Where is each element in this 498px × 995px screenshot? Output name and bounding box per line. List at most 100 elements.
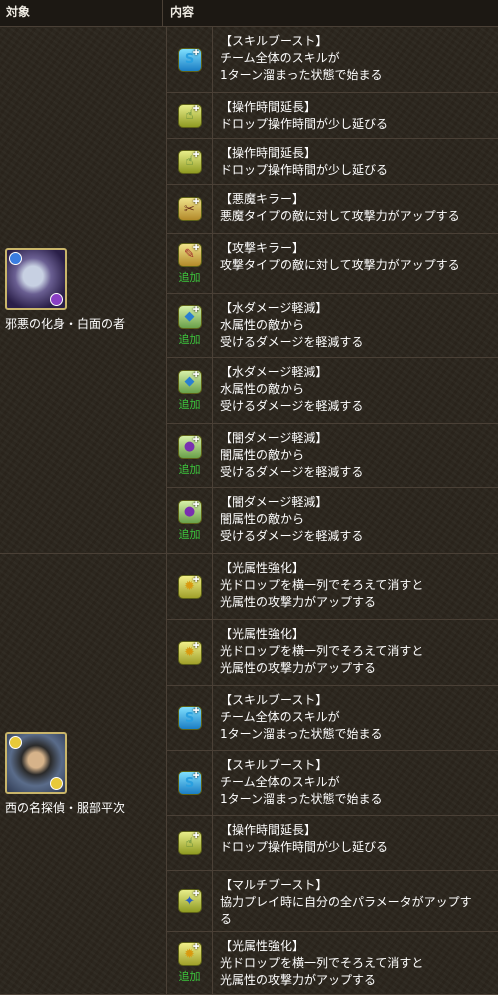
awakening-text: 【闇ダメージ軽減】 闇属性の敵から 受けるダメージを軽減する: [213, 424, 363, 487]
awakening-description: 闇属性の敵から: [220, 512, 305, 526]
sub-attribute-badge: [50, 293, 63, 306]
awakening-text: 【操作時間延長】ドロップ操作時間が少し延びる: [213, 139, 388, 184]
awakening-description: ドロップ操作時間が少し延びる: [220, 163, 389, 177]
awakening-description: 水属性の敵から: [220, 318, 305, 332]
awakening-description: ドロップ操作時間が少し延びる: [220, 117, 389, 131]
awakening-title: 【操作時間延長】: [220, 100, 317, 114]
awakening-icon-cell: S ✚: [167, 27, 213, 92]
awakening-description: ドロップ操作時間が少し延びる: [220, 840, 389, 854]
awakening-title: 【光属性強化】: [220, 561, 305, 575]
awakening-title: 【闇ダメージ軽減】: [220, 431, 328, 445]
character-group: 邪悪の化身・白面の者 S ✚ 【スキルブースト】 チーム全体のスキルが 1ターン溜まった状…: [0, 27, 498, 554]
awakening-row: ✹ ✚ 追加 【光属性強化】 光ドロップを横一列でそろえて消すと 光属性の攻撃力がアップす…: [167, 932, 498, 994]
awakening-title: 【光属性強化】: [220, 627, 305, 641]
awakening-row: ◆ ✚ 追加 【水ダメージ軽減】 水属性の敵から 受けるダメージを軽減する: [167, 294, 498, 358]
awakening-row: S ✚ 【スキルブースト】 チーム全体のスキルが 1ターン溜まった状態で始まる: [167, 751, 498, 816]
awakening-icon-cell: ✎ ✚ 追加: [167, 234, 213, 293]
awakening-icon-cell: ✹ ✚: [167, 620, 213, 685]
main-attribute-badge: [9, 736, 22, 749]
awakening-row: ✹ ✚ 【光属性強化】 光ドロップを横一列でそろえて消すと 光属性の攻撃力がアップする: [167, 620, 498, 686]
awakening-description: チーム全体のスキルが: [220, 710, 340, 724]
awakening-text: 【攻撃キラー】 攻撃タイプの敵に対して攻撃力がアップする: [213, 234, 460, 293]
awakening-text: 【光属性強化】 光ドロップを横一列でそろえて消すと 光属性の攻撃力がアップする: [213, 932, 423, 994]
sub-attribute-badge: [50, 777, 63, 790]
awakening-text: 【スキルブースト】 チーム全体のスキルが 1ターン溜まった状態で始まる: [213, 751, 383, 815]
character-portrait[interactable]: [5, 732, 67, 794]
header-content: 内容: [170, 5, 195, 19]
awakening-row: ☝ ✚ 【操作時間延長】ドロップ操作時間が少し延びる: [167, 93, 498, 139]
light-enhance-icon[interactable]: ✹ ✚: [177, 640, 202, 665]
awakening-text: 【操作時間延長】 ドロップ操作時間が少し延びる: [213, 816, 388, 870]
time-extend-icon[interactable]: ☝ ✚: [177, 149, 202, 174]
light-enhance-icon[interactable]: ✹ ✚: [177, 942, 202, 966]
skill-boost-icon[interactable]: S ✚: [177, 706, 202, 730]
awakening-row: ✂ ✚ 【悪魔キラー】悪魔タイプの敵に対して攻撃力がアップする: [167, 185, 498, 234]
character-portrait[interactable]: [5, 248, 67, 310]
awakening-row: ☝ ✚ 【操作時間延長】ドロップ操作時間が少し延びる: [167, 139, 498, 185]
multi-boost-icon[interactable]: ✦ ✚: [177, 889, 202, 913]
awakening-description: 受けるダメージを軽減する: [220, 529, 364, 543]
awakening-title: 【操作時間延長】: [220, 146, 317, 160]
sparkle-icon: ✚: [192, 369, 200, 379]
awakening-row: ◆ ✚ 追加 【水ダメージ軽減】 水属性の敵から 受けるダメージを軽減する: [167, 358, 498, 424]
devil-killer-icon[interactable]: ✂ ✚: [177, 197, 202, 221]
awakening-text: 【水ダメージ軽減】 水属性の敵から 受けるダメージを軽減する: [213, 294, 363, 357]
light-enhance-icon[interactable]: ✹ ✚: [177, 574, 202, 599]
awakening-description: る: [220, 912, 233, 926]
water-reduce-icon[interactable]: ◆ ✚: [177, 304, 202, 329]
awakening-description: 1ターン溜まった状態で始まる: [220, 727, 383, 741]
awakening-description: 1ターン溜まった状態で始まる: [220, 792, 383, 806]
awakening-title: 【マルチブースト】: [220, 878, 328, 892]
awakening-icon-cell: ☝ ✚: [167, 139, 213, 184]
time-extend-icon[interactable]: ☝ ✚: [177, 103, 202, 128]
awakening-description: 水属性の敵から: [220, 382, 305, 396]
awakening-text: 【光属性強化】 光ドロップを横一列でそろえて消すと 光属性の攻撃力がアップする: [213, 554, 423, 619]
target-cell: 邪悪の化身・白面の者: [0, 27, 167, 553]
awakening-text: 【光属性強化】 光ドロップを横一列でそろえて消すと 光属性の攻撃力がアップする: [213, 620, 423, 685]
awakening-icon-cell: ✹ ✚: [167, 554, 213, 619]
sparkle-icon: ✚: [192, 434, 200, 444]
awakening-icon-cell: ● ✚ 追加: [167, 488, 213, 553]
dark-reduce-icon[interactable]: ● ✚: [177, 434, 202, 459]
awakening-description: 受けるダメージを軽減する: [220, 335, 364, 349]
awakening-text: 【操作時間延長】ドロップ操作時間が少し延びる: [213, 93, 388, 138]
awakening-row: ● ✚ 追加 【闇ダメージ軽減】 闇属性の敵から 受けるダメージを軽減する: [167, 424, 498, 488]
awakening-text: 【悪魔キラー】悪魔タイプの敵に対して攻撃力がアップする: [213, 185, 460, 233]
awakening-row: ✎ ✚ 追加 【攻撃キラー】 攻撃タイプの敵に対して攻撃力がアップする: [167, 234, 498, 294]
main-attribute-badge: [9, 252, 22, 265]
sparkle-icon: ✚: [192, 499, 200, 509]
sparkle-icon: ✚: [192, 942, 200, 951]
added-label: 追加: [178, 332, 201, 346]
skill-boost-icon[interactable]: S ✚: [177, 771, 202, 795]
awakening-description: 光属性の攻撃力がアップする: [220, 595, 377, 609]
awakening-row: S ✚ 【スキルブースト】 チーム全体のスキルが 1ターン溜まった状態で始まる: [167, 27, 498, 93]
awakening-icon-cell: ● ✚ 追加: [167, 424, 213, 487]
awakening-title: 【悪魔キラー】: [220, 192, 305, 206]
sparkle-icon: ✚: [192, 103, 200, 113]
header-target: 対象: [0, 0, 163, 26]
sparkle-icon: ✚: [192, 197, 200, 206]
awakening-row: ● ✚ 追加 【闇ダメージ軽減】 闇属性の敵から 受けるダメージを軽減する: [167, 488, 498, 553]
awakening-description: 光ドロップを横一列でそろえて消すと: [220, 956, 424, 970]
awakening-row: ✹ ✚ 【光属性強化】 光ドロップを横一列でそろえて消すと 光属性の攻撃力がアップする: [167, 554, 498, 620]
awakening-title: 【攻撃キラー】: [220, 241, 305, 255]
awakening-description: 受けるダメージを軽減する: [220, 465, 364, 479]
awakening-description: 悪魔タイプの敵に対して攻撃力がアップする: [220, 209, 460, 223]
added-label: 追加: [178, 462, 201, 476]
attack-killer-icon[interactable]: ✎ ✚: [177, 242, 202, 267]
awakening-title: 【スキルブースト】: [220, 693, 328, 707]
added-label: 追加: [178, 527, 201, 541]
dark-reduce-icon[interactable]: ● ✚: [177, 499, 202, 524]
time-extend-icon[interactable]: ☝ ✚: [177, 831, 202, 855]
awakening-description: チーム全体のスキルが: [220, 775, 340, 789]
awakening-icon-cell: ◆ ✚ 追加: [167, 358, 213, 423]
added-label: 追加: [178, 397, 201, 411]
water-reduce-icon[interactable]: ◆ ✚: [177, 369, 202, 394]
awakening-description: 1ターン溜まった状態で始まる: [220, 68, 383, 82]
awakening-description: 光ドロップを横一列でそろえて消すと: [220, 644, 424, 658]
added-label: 追加: [178, 270, 201, 284]
awakening-icon-cell: ✦ ✚: [167, 871, 213, 931]
awakening-description: 協力プレイ時に自分の全パラメータがアップす: [220, 895, 472, 909]
skill-boost-icon[interactable]: S ✚: [177, 47, 202, 72]
awakening-icon-cell: ◆ ✚ 追加: [167, 294, 213, 357]
